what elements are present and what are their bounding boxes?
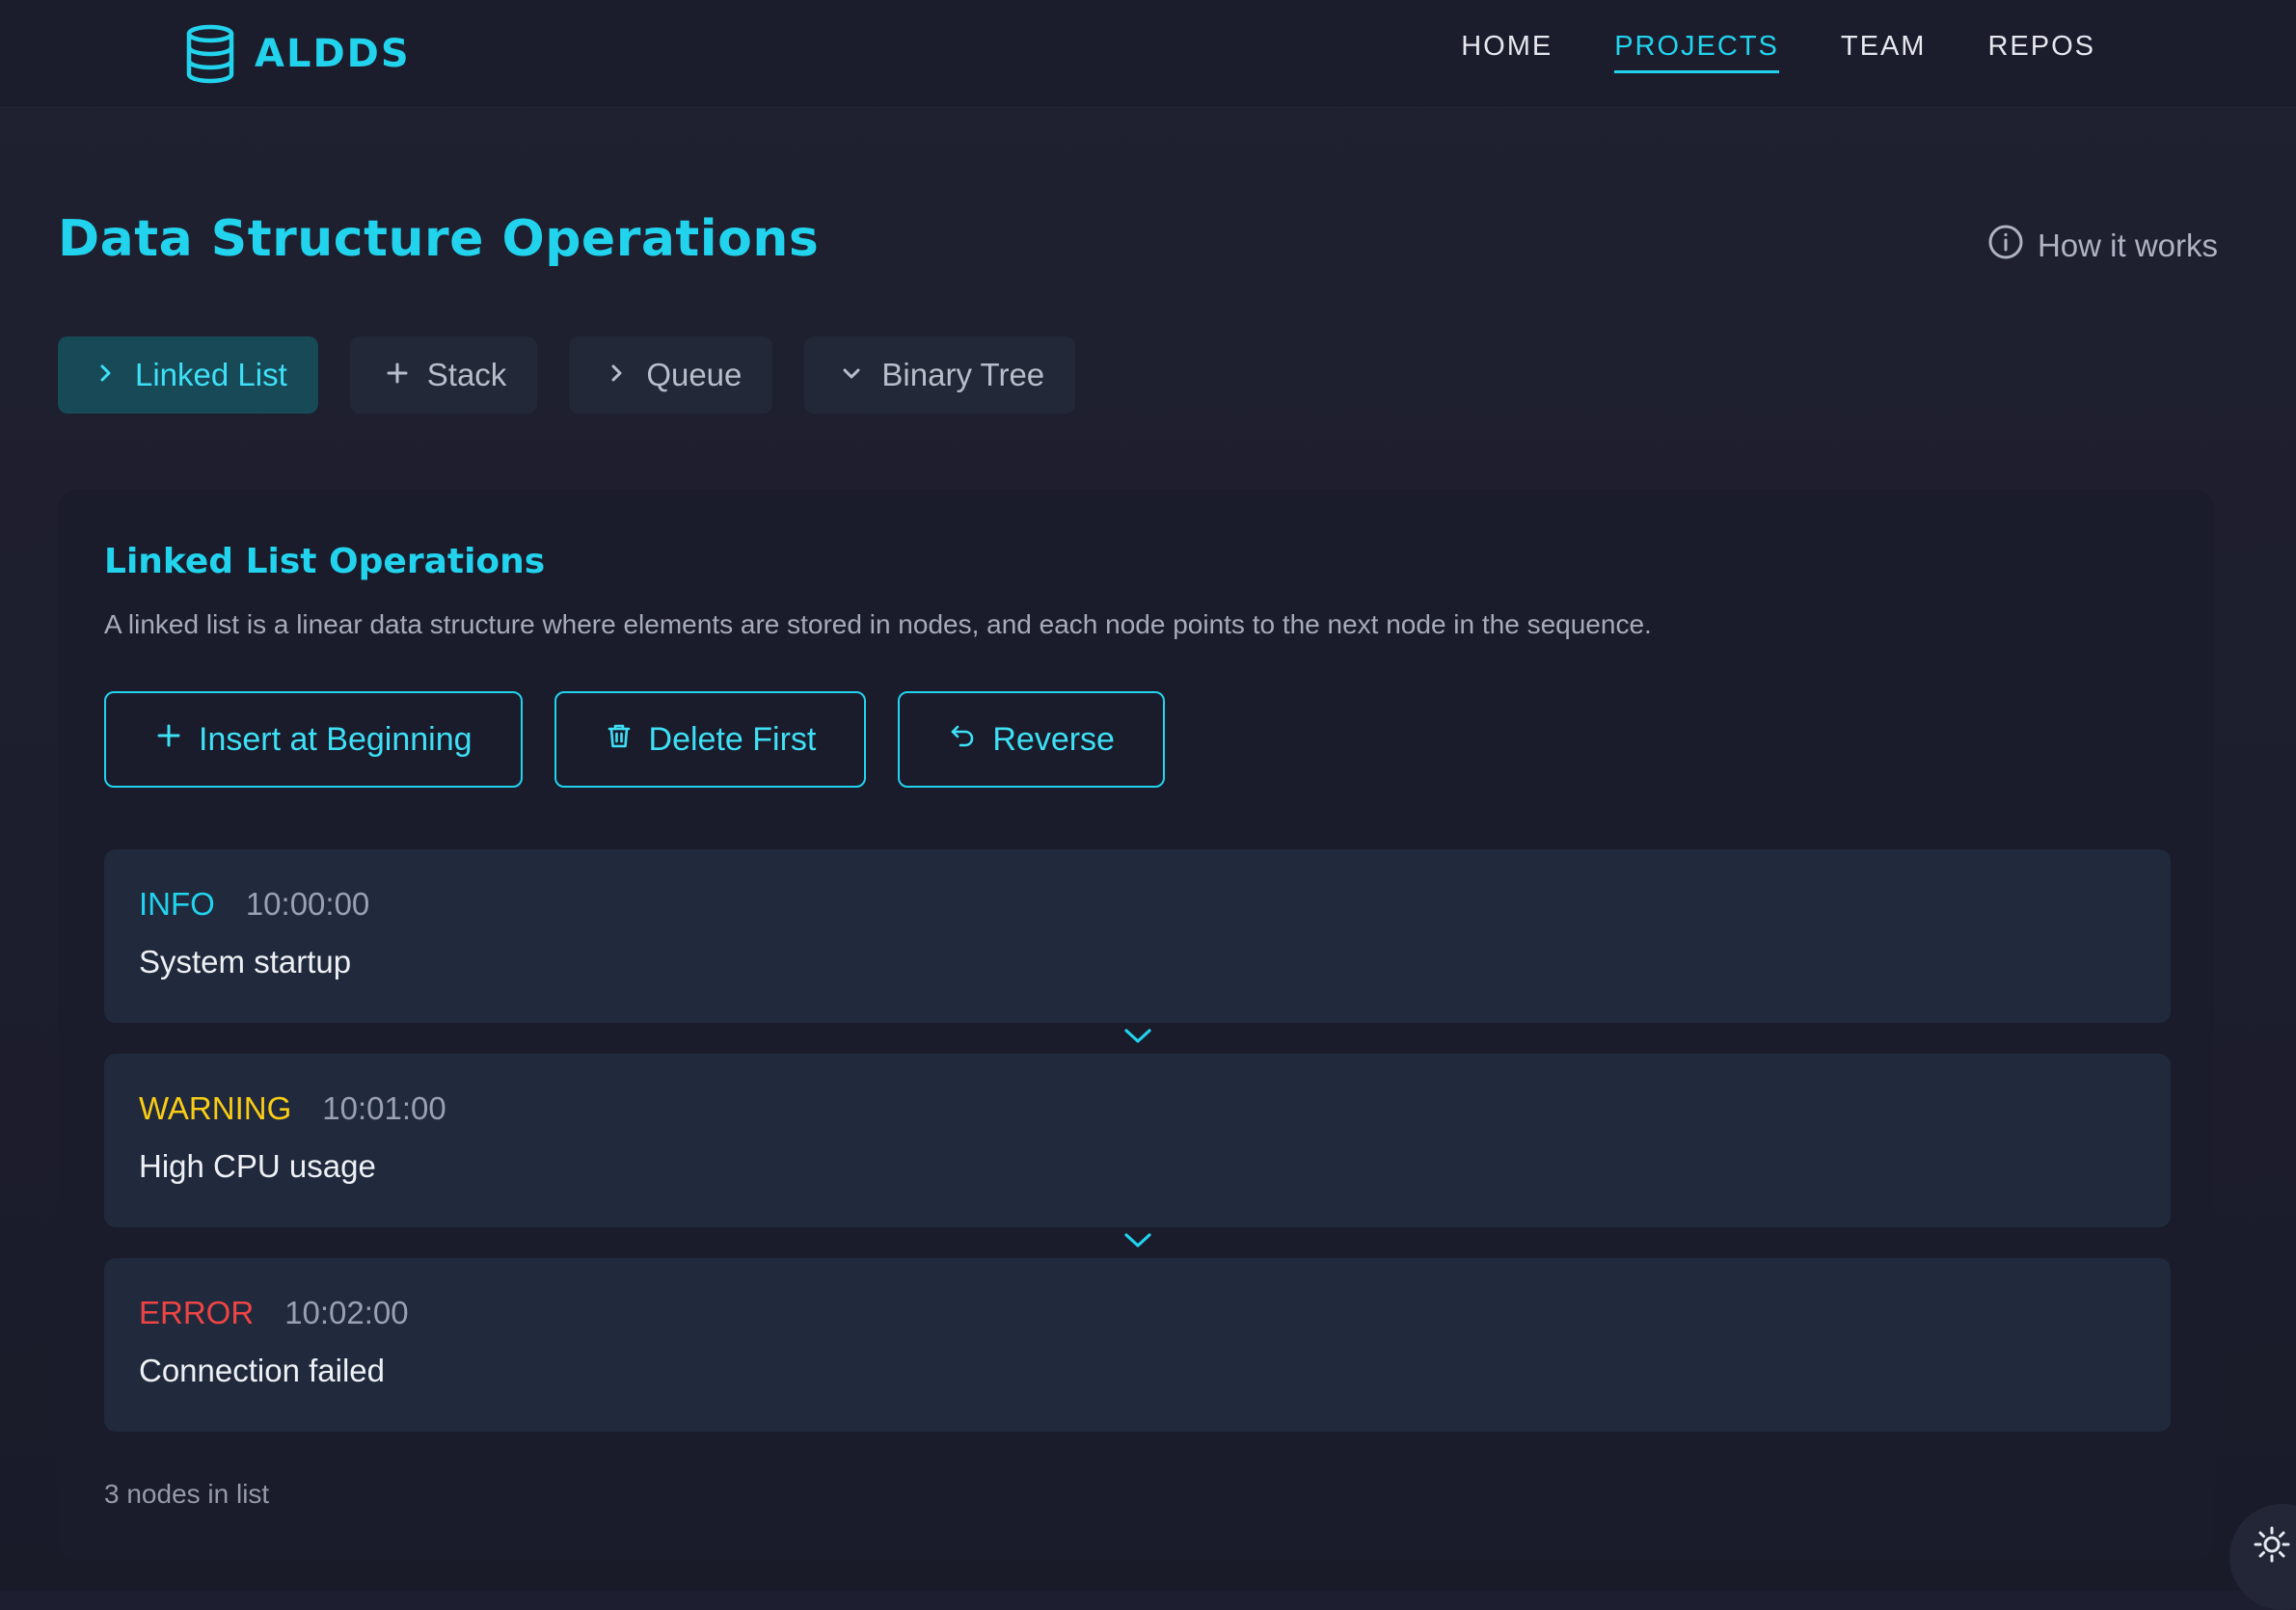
plus-icon [385, 357, 410, 393]
panel-title: Linked List Operations [104, 542, 546, 581]
tab-binary-tree[interactable]: Binary Tree [804, 336, 1076, 414]
tab-stack[interactable]: Stack [349, 336, 538, 414]
node-level: INFO [139, 886, 215, 922]
nav-item-home[interactable]: HOME [1461, 31, 1553, 73]
nav-item-repos[interactable]: REPOS [1987, 31, 2095, 73]
operation-actions: Insert at Beginning Delete First Reverse [104, 691, 1165, 788]
node-meta: INFO 10:00:00 [139, 886, 2136, 923]
list-node[interactable]: ERROR 10:02:00 Connection failed [104, 1258, 2171, 1432]
node-message: Connection failed [139, 1353, 386, 1388]
top-nav-bar: ALDDS HOME PROJECTS TEAM REPOS [0, 0, 2296, 108]
plus-icon [154, 721, 183, 759]
chevron-right-icon [604, 357, 629, 393]
node-level: ERROR [139, 1295, 255, 1330]
chevron-down-icon [1121, 1230, 1154, 1256]
button-label: Reverse [992, 720, 1115, 758]
chevron-right-icon [93, 357, 118, 393]
structure-tabs: Linked List Stack Queue Binary Tree [58, 336, 1076, 414]
chevron-down-icon [839, 357, 864, 393]
theme-toggle-button[interactable] [2229, 1504, 2296, 1610]
insert-at-beginning-button[interactable]: Insert at Beginning [104, 691, 523, 788]
linked-list-nodes: INFO 10:00:00 System startup WARNING 10:… [104, 849, 2171, 1432]
tab-queue[interactable]: Queue [569, 336, 773, 414]
node-pointer [104, 1023, 2171, 1054]
brand[interactable]: ALDDS [183, 23, 411, 85]
node-pointer [104, 1227, 2171, 1258]
tab-label: Queue [646, 357, 743, 392]
sun-icon [2253, 1525, 2291, 1569]
list-node[interactable]: INFO 10:00:00 System startup [104, 849, 2171, 1023]
brand-name: ALDDS [255, 32, 411, 76]
page-title: Data Structure Operations [58, 210, 820, 268]
node-count: 3 nodes in list [104, 1479, 270, 1509]
nav-item-team[interactable]: TEAM [1841, 31, 1927, 73]
delete-first-button[interactable]: Delete First [554, 691, 867, 788]
reverse-button[interactable]: Reverse [898, 691, 1165, 788]
trash-icon [605, 721, 634, 759]
tab-label: Linked List [135, 357, 287, 392]
button-label: Delete First [648, 720, 817, 758]
node-time: 10:00:00 [245, 886, 370, 922]
how-it-works-link[interactable]: How it works [1987, 224, 2218, 268]
node-message: System startup [139, 944, 352, 979]
chevron-down-icon [1121, 1026, 1154, 1052]
database-icon [183, 24, 237, 84]
node-meta: ERROR 10:02:00 [139, 1295, 2136, 1331]
main-nav: HOME PROJECTS TEAM REPOS [1461, 31, 2095, 73]
button-label: Insert at Beginning [199, 720, 473, 758]
node-message: High CPU usage [139, 1148, 376, 1184]
panel-description: A linked list is a linear data structure… [104, 609, 1652, 639]
info-icon [1987, 224, 2024, 268]
how-it-works-label: How it works [2037, 228, 2218, 263]
node-time: 10:02:00 [284, 1295, 409, 1330]
tab-label: Binary Tree [881, 357, 1045, 392]
node-time: 10:01:00 [322, 1090, 446, 1126]
tab-label: Stack [426, 357, 507, 392]
undo-icon [948, 721, 977, 759]
node-level: WARNING [139, 1090, 292, 1126]
nav-item-projects[interactable]: PROJECTS [1614, 31, 1779, 73]
node-meta: WARNING 10:01:00 [139, 1090, 2136, 1127]
list-node[interactable]: WARNING 10:01:00 High CPU usage [104, 1054, 2171, 1227]
tab-linked-list[interactable]: Linked List [58, 336, 318, 414]
linked-list-panel: Linked List Operations A linked list is … [58, 490, 2214, 1560]
